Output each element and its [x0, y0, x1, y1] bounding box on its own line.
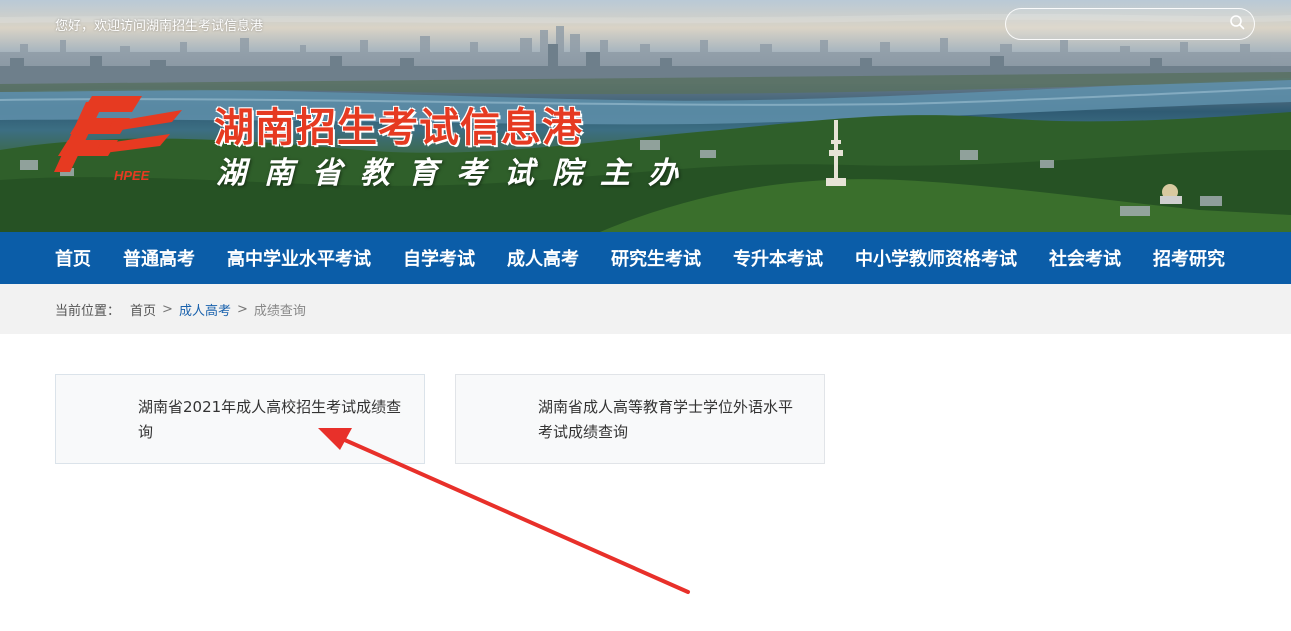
nav-item-academic-level-exam[interactable]: 高中学业水平考试	[227, 245, 371, 271]
search-icon	[1229, 14, 1245, 34]
card-title: 湖南省2021年成人高校招生考试成绩查询	[138, 398, 402, 441]
nav-item-social-exam[interactable]: 社会考试	[1049, 245, 1121, 271]
breadcrumb-separator: >	[236, 301, 248, 317]
nav-item-upgrade-exam[interactable]: 专升本考试	[733, 245, 823, 271]
logo-text: HPEE	[114, 168, 150, 183]
header-banner: 您好，欢迎访问湖南招生考试信息港 HPEE 湖南招生考试信息港 湖南省教育考试院…	[0, 0, 1291, 232]
card-title: 湖南省成人高等教育学士学位外语水平考试成绩查询	[538, 398, 794, 441]
breadcrumb: 当前位置： 首页 > 成人高考 > 成绩查询	[0, 284, 1291, 334]
nav-item-gaokao[interactable]: 普通高考	[123, 245, 195, 271]
nav-item-home[interactable]: 首页	[55, 245, 91, 271]
hpee-logo-icon: HPEE	[54, 96, 182, 183]
welcome-text: 您好，欢迎访问湖南招生考试信息港	[55, 19, 264, 34]
main-nav: 首页 普通高考 高中学业水平考试 自学考试 成人高考 研究生考试 专升本考试 中…	[0, 232, 1291, 284]
nav-item-self-study-exam[interactable]: 自学考试	[403, 245, 475, 271]
site-title: 湖南招生考试信息港	[214, 104, 583, 151]
site-subtitle: 湖南省教育考试院主办	[216, 156, 696, 191]
score-query-card-adult-admission[interactable]: 湖南省2021年成人高校招生考试成绩查询	[55, 374, 425, 464]
site-logo[interactable]: HPEE	[52, 92, 187, 187]
breadcrumb-current: 成绩查询	[253, 303, 306, 319]
nav-item-graduate-exam[interactable]: 研究生考试	[611, 245, 701, 271]
search-button[interactable]	[1220, 9, 1254, 39]
nav-item-teacher-qualification[interactable]: 中小学教师资格考试	[855, 245, 1017, 271]
score-query-card-bachelor-foreign-language[interactable]: 湖南省成人高等教育学士学位外语水平考试成绩查询	[455, 374, 825, 464]
nav-item-research[interactable]: 招考研究	[1153, 245, 1225, 271]
breadcrumb-home-link[interactable]: 首页	[130, 300, 156, 319]
search-input[interactable]	[1006, 9, 1220, 39]
breadcrumb-separator: >	[162, 301, 173, 317]
breadcrumb-adult-exam-link[interactable]: 成人高考	[179, 300, 231, 319]
nav-item-adult-exam[interactable]: 成人高考	[507, 245, 579, 271]
breadcrumb-prefix: 当前位置：	[55, 303, 121, 319]
search-box	[1005, 8, 1255, 40]
